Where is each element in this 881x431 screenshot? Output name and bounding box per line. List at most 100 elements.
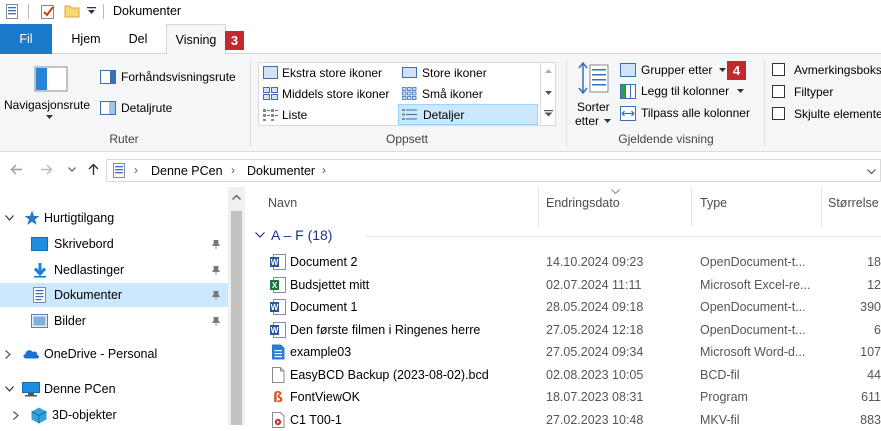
tilpass-kolonner-button[interactable]: Tilpass alle kolonner xyxy=(620,104,760,124)
avmerkingsboks-checkbox[interactable]: Avmerkingsboks xyxy=(772,61,881,81)
layout-large-icons[interactable]: Store ikoner xyxy=(400,63,538,83)
up-arrow-icon[interactable] xyxy=(88,163,99,176)
file-size: 18 xyxy=(867,255,881,269)
onedrive-cloud-icon xyxy=(23,350,40,359)
layout-small-icons[interactable]: Små ikoner xyxy=(400,84,538,104)
detaljrute-button[interactable]: Detaljrute xyxy=(100,99,200,119)
blank-file-icon xyxy=(272,366,285,383)
pin-icon[interactable] xyxy=(212,317,220,326)
forward-arrow-icon[interactable] xyxy=(40,164,53,175)
file-date: 27.05.2024 12:18 xyxy=(546,322,644,337)
file-row[interactable]: C1 T00-1 27.02.2023 10:48 MKV-fil 883 xyxy=(245,409,881,431)
breadcrumb-separator[interactable]: › xyxy=(134,163,138,177)
back-arrow-icon[interactable] xyxy=(10,164,23,175)
nav-item-skrivebord[interactable]: Skrivebord xyxy=(0,232,228,256)
nav-label: Bilder xyxy=(54,314,86,328)
address-dropdown-icon[interactable] xyxy=(867,169,876,174)
checkmark-properties-icon[interactable] xyxy=(40,4,56,20)
layout-list[interactable]: Liste xyxy=(260,105,398,125)
navigation-pane-icon xyxy=(34,66,68,92)
navigation-pane: Hurtigtilgang Skrivebord Nedlastinger Do… xyxy=(0,187,245,425)
chevron-down-icon[interactable] xyxy=(5,386,14,392)
file-row[interactable]: W Den første filmen i Ringenes herre 27.05… xyxy=(245,319,881,341)
small-icons-icon xyxy=(402,87,417,100)
svg-text:W: W xyxy=(271,326,279,335)
chevron-down-icon[interactable] xyxy=(5,215,14,221)
address-box[interactable]: › Denne PCen › Dokumenter › xyxy=(106,159,881,182)
chevron-right-icon[interactable] xyxy=(5,350,11,359)
group-separator xyxy=(764,60,765,146)
layout-medium-icons[interactable]: Middels store ikoner xyxy=(260,84,398,104)
document-icon[interactable] xyxy=(6,4,18,19)
column-separator[interactable] xyxy=(821,187,822,227)
file-row[interactable]: X Budsjettet mitt 02.07.2024 11:11 Microsof… xyxy=(245,274,881,296)
scroll-down-icon[interactable] xyxy=(545,91,552,95)
skjulte-elementer-checkbox[interactable]: Skjulte elemente xyxy=(772,105,881,125)
layout-gallery-scroll[interactable] xyxy=(540,63,555,125)
column-header-navn[interactable]: Navn xyxy=(268,187,297,227)
pin-icon[interactable] xyxy=(212,291,220,300)
legg-til-kolonner-button[interactable]: Legg til kolonner xyxy=(620,82,750,102)
filtyper-checkbox[interactable]: Filtyper xyxy=(772,83,881,103)
chevron-down-icon[interactable] xyxy=(255,232,265,238)
3d-objects-icon xyxy=(31,407,47,424)
forhandsvisningsrute-button[interactable]: Forhåndsvisningsrute xyxy=(100,68,245,88)
window-title: Dokumenter xyxy=(113,4,182,18)
breadcrumb-separator[interactable]: › xyxy=(322,163,326,177)
tab-fil[interactable]: Fil xyxy=(0,24,52,54)
scroll-up-icon[interactable] xyxy=(545,69,552,73)
file-date: 27.02.2023 10:48 xyxy=(546,412,644,427)
file-row[interactable]: EasyBCD Backup (2023-08-02).bcd 02.08.202… xyxy=(245,364,881,386)
tab-hjem[interactable]: Hjem xyxy=(64,24,108,54)
sort-by-icon xyxy=(578,62,609,95)
file-row[interactable]: ß FontViewOK 18.07.2023 08:31 Program 611 xyxy=(245,386,881,408)
nav-item-dokumenter[interactable]: Dokumenter xyxy=(0,283,228,307)
column-separator[interactable] xyxy=(538,187,539,227)
layout-label: Liste xyxy=(282,108,308,122)
sorter-etter-button[interactable]: Sorter etter xyxy=(574,58,614,128)
breadcrumb-dokumenter[interactable]: Dokumenter xyxy=(247,164,315,178)
recent-locations-icon[interactable] xyxy=(68,167,76,172)
column-header-storrelse[interactable]: Størrelse xyxy=(828,187,879,227)
program-icon: ß xyxy=(273,390,283,405)
breadcrumb-denne-pcen[interactable]: Denne PCen xyxy=(151,164,223,178)
nav-item-hurtigtilgang[interactable]: Hurtigtilgang xyxy=(0,206,228,230)
pin-icon[interactable] xyxy=(212,266,220,275)
scrollbar-thumb[interactable] xyxy=(231,211,242,425)
column-separator[interactable] xyxy=(691,187,692,227)
tab-visning[interactable]: Visning xyxy=(166,24,226,55)
file-date: 27.05.2024 09:34 xyxy=(546,345,644,359)
tab-del[interactable]: Del xyxy=(118,24,158,54)
file-type: OpenDocument-t... xyxy=(700,322,806,337)
pin-icon[interactable] xyxy=(212,240,220,249)
file-date: 28.05.2024 09:18 xyxy=(546,300,644,314)
grupper-etter-button[interactable]: Grupper etter xyxy=(620,61,732,81)
file-row[interactable]: W Document 2 14.10.2024 09:23 OpenDocument-… xyxy=(245,251,881,273)
column-header-endringsdato[interactable]: Endringsdato xyxy=(546,187,620,227)
scroll-up-icon[interactable] xyxy=(232,195,241,200)
nav-item-bilder[interactable]: Bilder xyxy=(0,309,228,333)
nav-pane-scrollbar[interactable] xyxy=(228,187,245,425)
group-header[interactable]: A – F (18) xyxy=(255,225,881,247)
title-bar: Dokumenter xyxy=(0,0,881,24)
file-row[interactable]: W Document 1 28.05.2024 09:18 OpenDocument-… xyxy=(245,296,881,318)
nav-item-denne-pcen[interactable]: Denne PCen xyxy=(0,377,228,401)
breadcrumb-separator[interactable]: › xyxy=(231,163,235,177)
layout-details[interactable]: Detaljer xyxy=(398,104,538,125)
column-header-type[interactable]: Type xyxy=(700,187,727,227)
file-name: Document 2 xyxy=(290,255,358,269)
nav-item-3d-objekter[interactable]: 3D-objekter xyxy=(0,403,228,427)
filtyper-label: Filtyper xyxy=(794,85,834,99)
nav-item-nedlastinger[interactable]: Nedlastinger xyxy=(0,258,228,282)
nav-item-onedrive[interactable]: OneDrive - Personal xyxy=(0,342,228,366)
new-folder-icon[interactable] xyxy=(64,4,80,18)
file-size: 390 xyxy=(860,300,881,314)
customize-toolbar-icon[interactable] xyxy=(87,7,96,15)
navigasjonsrute-button[interactable]: Navigasjonsrute xyxy=(4,58,96,124)
expand-gallery-icon[interactable] xyxy=(544,110,553,117)
dropdown-arrow-icon xyxy=(737,89,744,93)
navigation-bar: › Denne PCen › Dokumenter › xyxy=(0,153,881,187)
chevron-right-icon[interactable] xyxy=(13,411,19,420)
layout-extra-large-icons[interactable]: Ekstra store ikoner xyxy=(260,63,398,83)
file-row[interactable]: example03 27.05.2024 09:34 Microsoft Word-… xyxy=(245,341,881,363)
